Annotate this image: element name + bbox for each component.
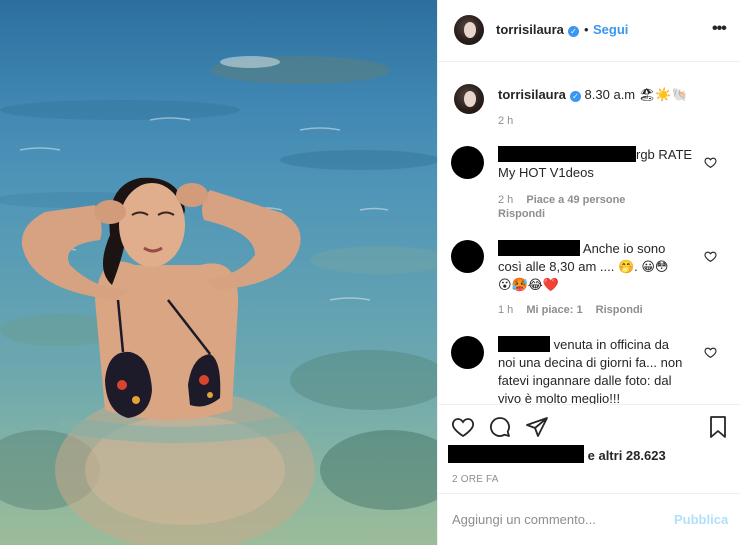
comment-like-heart-icon[interactable]	[704, 156, 717, 169]
caption-emojis: 🏖☀️🐚	[638, 87, 688, 102]
comment-reply-row: Rispondi	[498, 208, 555, 220]
redacted-username	[498, 240, 580, 256]
add-comment-bar: Aggiungi un commento... Pubblica	[438, 493, 740, 545]
author-username-text[interactable]: torrisilaura	[496, 22, 564, 37]
save-bookmark-icon[interactable]	[706, 415, 730, 439]
post-header: torrisilaura ✓ • Segui •••	[438, 0, 740, 62]
comment-meta: 2 h Piace a 49 persone	[498, 194, 635, 206]
post-side-panel: torrisilaura ✓ • Segui ••• torrisilaura ✓ …	[437, 0, 740, 545]
commenter-avatar[interactable]	[451, 336, 484, 369]
comment-likes[interactable]: Piace a 49 persone	[526, 194, 625, 206]
redacted-username	[498, 336, 550, 352]
share-send-icon[interactable]	[525, 415, 549, 439]
post-timestamp: 2 ORE FA	[452, 474, 499, 485]
comment-likes[interactable]: Mi piace: 1	[526, 304, 582, 316]
comment-text: Anche io sono così alle 8,30 am .... 🤭. …	[498, 240, 669, 292]
comment-text: venuta in officina da noi una decina di …	[498, 336, 683, 404]
comment-item: venuta in officina da noi una decina di …	[438, 332, 740, 404]
comment-meta: 1 h Mi piace: 1 Rispondi	[498, 304, 653, 316]
redacted-liker	[448, 445, 584, 463]
caption-time: 2 h	[498, 115, 514, 127]
likes-summary[interactable]: e altri 28.623	[448, 445, 666, 463]
caption-text: 8.30 a.m	[584, 87, 636, 102]
commenter-avatar[interactable]	[451, 240, 484, 273]
author-avatar[interactable]	[454, 15, 484, 45]
author-username[interactable]: torrisilaura ✓	[496, 22, 579, 37]
publish-button[interactable]: Pubblica	[674, 512, 728, 527]
redacted-username	[498, 146, 636, 162]
comment-item: rgb RATE My HOT V1deos 2 h Piace a 49 pe…	[438, 140, 740, 230]
more-options-icon[interactable]: •••	[712, 20, 727, 38]
post-actions	[438, 404, 740, 444]
post-photo[interactable]	[0, 0, 437, 545]
caption-line: torrisilaura ✓ 8.30 a.m 🏖☀️🐚	[498, 87, 688, 103]
caption-username[interactable]: torrisilaura	[498, 87, 566, 102]
commenter-avatar[interactable]	[451, 146, 484, 179]
follow-button[interactable]: Segui	[593, 22, 628, 37]
post-caption: torrisilaura ✓ 8.30 a.m 🏖☀️🐚 2 h	[438, 70, 740, 136]
comment-like-heart-icon[interactable]	[704, 250, 717, 263]
comment-time: 1 h	[498, 304, 514, 316]
verified-badge-icon: ✓	[569, 91, 581, 102]
reply-button[interactable]: Rispondi	[498, 208, 545, 220]
comment-bubble-icon[interactable]	[488, 415, 512, 439]
comment-input[interactable]: Aggiungi un commento...	[452, 512, 652, 527]
like-heart-icon[interactable]	[451, 415, 475, 439]
comment-time: 2 h	[498, 194, 514, 206]
header-separator: •	[584, 22, 589, 37]
reply-button[interactable]: Rispondi	[596, 304, 643, 316]
caption-author-avatar[interactable]	[454, 84, 484, 114]
comment-item: Anche io sono così alle 8,30 am .... 🤭. …	[438, 232, 740, 322]
verified-badge-icon: ✓	[567, 26, 579, 37]
likes-count[interactable]: e altri 28.623	[588, 448, 666, 463]
comment-text: rgb RATE My HOT V1deos	[498, 146, 693, 180]
photo-illustration	[0, 56, 437, 545]
comment-like-heart-icon[interactable]	[704, 346, 717, 359]
